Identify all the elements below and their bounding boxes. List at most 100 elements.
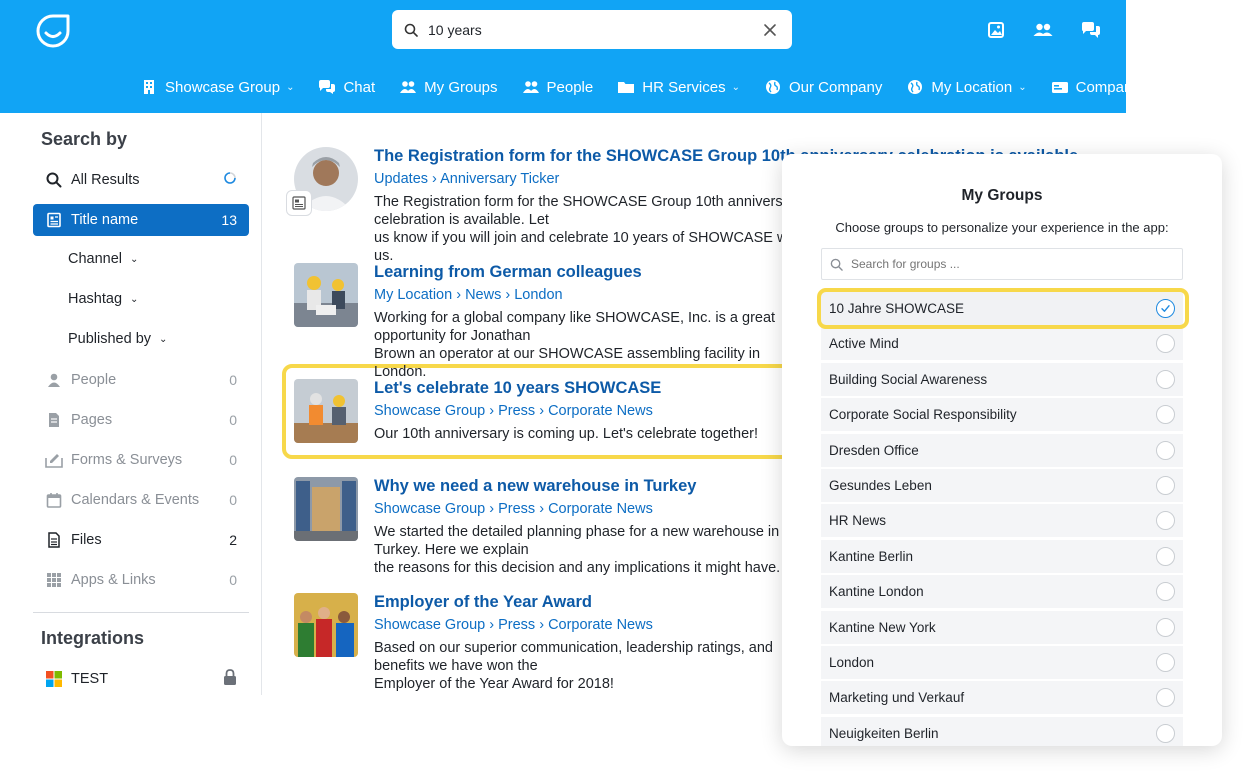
radio-icon[interactable] <box>1156 405 1175 425</box>
nav-label: People <box>546 78 594 96</box>
radio-icon[interactable] <box>1156 334 1175 354</box>
snippet-line: We started the detailed planning phase f… <box>374 524 780 558</box>
search-icon <box>830 258 843 271</box>
chevron-down-icon: ⌄ <box>159 333 168 345</box>
chevron-down-icon: ⌄ <box>130 293 139 305</box>
filter-title-name[interactable]: Title name 13 <box>33 204 249 236</box>
nav-label: Showcase Group <box>165 78 281 96</box>
group-name: HR News <box>829 513 887 529</box>
integration-test[interactable]: TEST <box>33 663 249 695</box>
snippet-line: Working for a global company like SHOWCA… <box>374 310 776 344</box>
search-input[interactable]: 10 years <box>428 22 760 38</box>
category-count: 2 <box>229 532 237 548</box>
result-title[interactable]: Why we need a new warehouse in Turkey <box>374 477 696 496</box>
group-row[interactable]: Active Mind <box>821 327 1183 361</box>
group-row[interactable]: London <box>821 646 1183 679</box>
nav-company[interactable]: Company <box>1051 79 1140 96</box>
result-title[interactable]: Employer of the Year Award <box>374 593 592 612</box>
group-row[interactable]: Kantine Berlin <box>821 539 1183 573</box>
category-files[interactable]: Files 2 <box>33 524 249 556</box>
group-row[interactable]: Gesundes Leben <box>821 469 1183 502</box>
snippet-line: Brown an operator at our SHOWCASE assemb… <box>374 346 761 380</box>
category-apps-links[interactable]: Apps & Links 0 <box>33 564 249 596</box>
radio-icon[interactable] <box>1156 582 1175 602</box>
lock-icon <box>223 669 237 689</box>
category-label: People <box>71 372 117 388</box>
result-snippet: Based on our superior communication, lea… <box>374 639 814 693</box>
search-sidebar: Search by All Results Title name 13 Chan… <box>0 113 262 695</box>
result-snippet: Our 10th anniversary is coming up. Let's… <box>374 425 814 443</box>
group-search-field[interactable] <box>821 248 1183 280</box>
radio-icon[interactable] <box>1156 440 1175 460</box>
nav-label: HR Services <box>642 78 726 96</box>
news-badge-icon <box>286 190 312 216</box>
radio-icon[interactable] <box>1156 369 1175 389</box>
category-calendars-events[interactable]: Calendars & Events 0 <box>33 484 249 516</box>
groups-icon <box>400 81 417 93</box>
globe-icon <box>765 80 780 94</box>
category-count: 0 <box>229 572 237 588</box>
group-search-input[interactable] <box>851 257 1151 271</box>
people-icon <box>522 81 539 93</box>
chat-header-icon[interactable] <box>1080 20 1102 40</box>
nav-my-location[interactable]: My Location ⌄ <box>906 79 1027 96</box>
radio-icon[interactable] <box>1156 653 1175 672</box>
nav-label: My Groups <box>424 78 498 96</box>
chat-icon <box>319 80 336 94</box>
radio-icon[interactable] <box>1156 617 1175 637</box>
group-row[interactable]: Kantine New York <box>821 610 1183 644</box>
app-logo[interactable] <box>33 11 73 51</box>
nav-people[interactable]: People <box>522 78 594 96</box>
snippet-line: Employer of the Year Award for 2018! <box>374 676 614 692</box>
group-row[interactable]: HR News <box>821 504 1183 538</box>
microsoft-logo-icon <box>45 670 63 688</box>
category-pages[interactable]: Pages 0 <box>33 404 249 436</box>
group-name: Gesundes Leben <box>829 478 932 493</box>
nav-showcase-group[interactable]: Showcase Group ⌄ <box>140 79 294 96</box>
category-count: 0 <box>229 452 237 468</box>
category-forms-surveys[interactable]: Forms & Surveys 0 <box>33 444 249 476</box>
clear-search-icon[interactable] <box>760 20 780 40</box>
nav-our-company[interactable]: Our Company <box>764 79 882 96</box>
nav-my-groups[interactable]: My Groups <box>399 78 498 96</box>
search-bar[interactable]: 10 years <box>392 10 792 49</box>
filter-all-results[interactable]: All Results <box>33 164 249 196</box>
radio-icon[interactable] <box>1156 723 1175 743</box>
result-breadcrumb[interactable]: My Location › News › London <box>374 287 563 303</box>
group-row[interactable]: Dresden Office <box>821 433 1183 467</box>
filter-published-by[interactable]: Published by ⌄ <box>68 331 167 347</box>
result-breadcrumb[interactable]: Showcase Group › Press › Corporate News <box>374 403 653 419</box>
result-breadcrumb[interactable]: Showcase Group › Press › Corporate News <box>374 617 653 633</box>
radio-icon[interactable] <box>1156 688 1175 708</box>
main-nav: Showcase Group ⌄ Chat My Groups People HR… <box>140 76 1164 98</box>
radio-icon[interactable] <box>1156 476 1175 495</box>
nav-hr-services[interactable]: HR Services ⌄ <box>617 79 740 96</box>
card-icon <box>1051 82 1068 93</box>
gallery-icon[interactable] <box>985 20 1007 40</box>
result-title[interactable]: Let's celebrate 10 years SHOWCASE <box>374 379 661 398</box>
result-breadcrumb[interactable]: Showcase Group › Press › Corporate News <box>374 501 653 517</box>
group-name: Kantine Berlin <box>829 548 914 564</box>
category-people[interactable]: People 0 <box>33 364 249 396</box>
integrations-heading: Integrations <box>41 628 145 648</box>
category-count: 0 <box>229 492 237 508</box>
file-icon <box>45 531 63 549</box>
people-header-icon[interactable] <box>1032 20 1054 40</box>
radio-icon[interactable] <box>1156 546 1175 566</box>
group-row[interactable]: Neuigkeiten Berlin <box>821 716 1183 746</box>
category-label: Pages <box>71 412 113 428</box>
search-icon <box>45 171 63 189</box>
group-row[interactable]: Marketing und Verkauf <box>821 681 1183 715</box>
group-row[interactable]: Kantine London <box>821 575 1183 609</box>
group-row[interactable]: Building Social Awareness <box>821 362 1183 396</box>
form-icon <box>45 451 63 469</box>
radio-icon[interactable] <box>1156 511 1175 531</box>
filter-channel[interactable]: Channel ⌄ <box>68 251 138 267</box>
result-title[interactable]: Learning from German colleagues <box>374 263 642 282</box>
group-row[interactable]: Corporate Social Responsibility <box>821 398 1183 432</box>
sidebar-divider <box>33 612 249 613</box>
page-icon <box>45 411 63 429</box>
filter-hashtag[interactable]: Hashtag ⌄ <box>68 291 138 307</box>
nav-chat[interactable]: Chat <box>318 79 375 96</box>
result-breadcrumb[interactable]: Updates › Anniversary Ticker <box>374 171 559 187</box>
